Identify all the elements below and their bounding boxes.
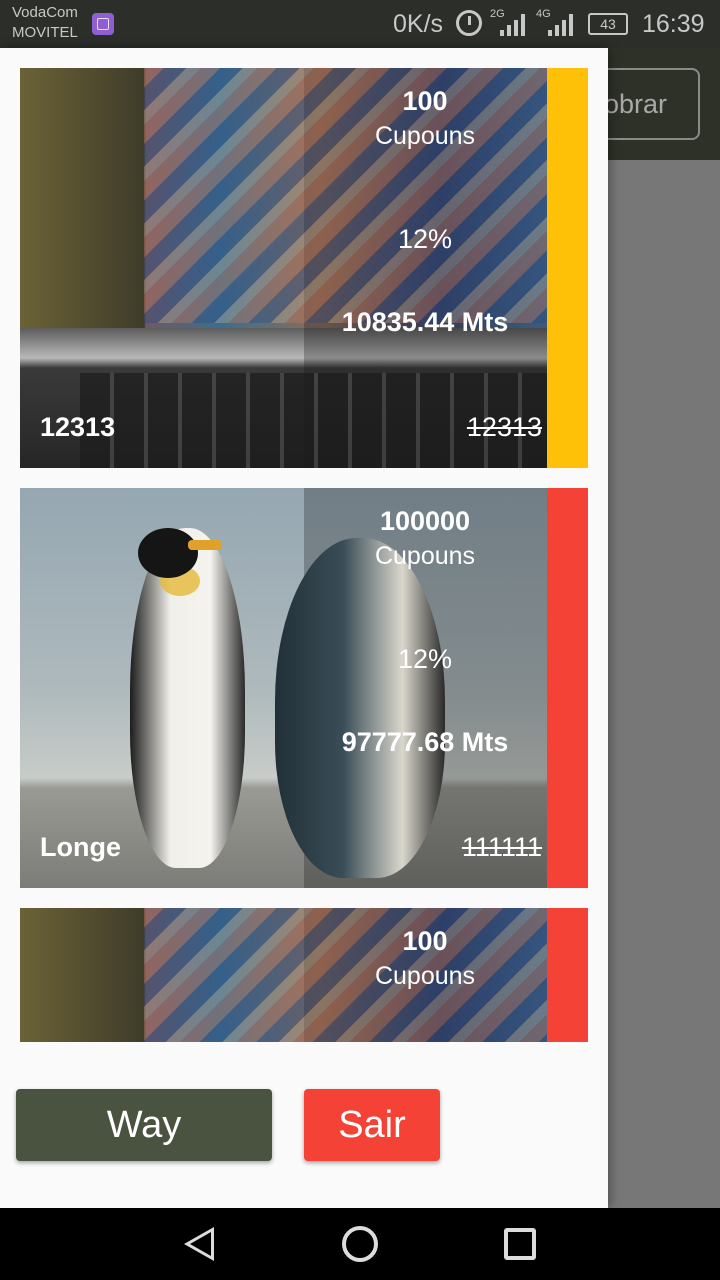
discounted-price: 10835.44 Mts: [341, 307, 509, 337]
back-icon[interactable]: [184, 1227, 214, 1261]
gallery-notification-icon: [92, 13, 114, 35]
recent-apps-icon[interactable]: [504, 1228, 536, 1260]
status-stripe: [547, 68, 588, 468]
way-button[interactable]: Way: [16, 1089, 272, 1161]
coupon-amount: 100: [402, 86, 448, 116]
original-price: 111111: [461, 832, 542, 862]
signal-bars-icon: [500, 14, 526, 36]
battery-icon: 43: [588, 13, 628, 35]
coupon-amount: 100: [402, 926, 448, 956]
coupon-amount-label: Cupouns: [374, 122, 476, 150]
clock: 16:39: [642, 10, 705, 38]
discount-percent: 12%: [397, 224, 453, 254]
cupons-dialog: 100 Cupouns 12% 10835.44 Mts 12313 12313…: [0, 48, 608, 1208]
original-price: 12313: [466, 412, 542, 442]
status-stripe: [547, 488, 588, 888]
coupon-card[interactable]: 100000 Cupouns 12% 97777.68 Mts Longe 11…: [20, 488, 588, 888]
cupons-list[interactable]: 100 Cupouns 12% 10835.44 Mts 12313 12313…: [0, 48, 608, 1042]
coupon-card[interactable]: 100 Cupouns: [20, 908, 588, 1042]
product-name: 12313: [40, 412, 116, 442]
signal-bars-icon: [548, 14, 574, 36]
coupon-amount-label: Cupouns: [374, 542, 476, 570]
product-name: Longe: [40, 832, 121, 862]
coupon-card[interactable]: 100 Cupouns 12% 10835.44 Mts 12313 12313: [20, 68, 588, 468]
status-bar: VodaCom MOVITEL 0K/s 2G 4G 43 16:39: [0, 0, 720, 48]
coupon-amount-label: Cupouns: [374, 962, 476, 990]
discounted-price: 97777.68 Mts: [341, 727, 509, 757]
discount-percent: 12%: [397, 644, 453, 674]
sair-button[interactable]: Sair: [304, 1089, 440, 1161]
status-stripe: [547, 908, 588, 1042]
alarm-icon: [456, 10, 482, 36]
network-speed: 0K/s: [393, 10, 444, 38]
coupon-amount: 100000: [379, 506, 471, 536]
home-icon[interactable]: [342, 1226, 378, 1262]
navigation-bar: [0, 1208, 720, 1280]
carrier-name: VodaCom MOVITEL: [12, 4, 78, 41]
